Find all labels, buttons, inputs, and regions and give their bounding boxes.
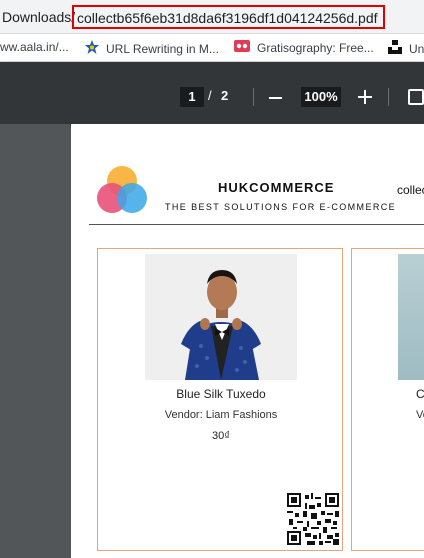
bookmark-aala[interactable]: ww.aala.in/... — [0, 40, 69, 54]
pdf-toolbar: 1 / 2 100% — [0, 62, 424, 124]
toolbar-divider — [388, 88, 389, 106]
product-vendor: Ve — [416, 409, 424, 421]
product-image — [398, 254, 424, 380]
unsplash-icon — [388, 40, 402, 57]
bookmark-label: ww.aala.in/... — [0, 40, 69, 54]
bookmark-gratisography[interactable]: Gratisography: Free... — [234, 40, 374, 55]
bookmark-label: Gratisography: Free... — [257, 40, 374, 55]
total-pages: 2 — [221, 88, 229, 103]
bookmark-unsplash[interactable]: Un — [388, 40, 424, 57]
gratisography-icon — [234, 40, 250, 55]
fit-to-page-icon[interactable] — [408, 89, 424, 105]
product-name: Blue Silk Tuxedo — [176, 387, 266, 401]
address-bar[interactable]: Downloads/ collectb65f6eb31d8da6f3196df1… — [0, 0, 424, 34]
product-vendor: Vendor: Liam Fashions — [164, 409, 278, 421]
page-separator: / — [208, 88, 212, 103]
zoom-out-icon[interactable] — [269, 97, 282, 99]
pdf-page: HUKCOMMERCE THE BEST SOLUTIONS FOR E-COM… — [71, 124, 424, 558]
brand-tagline: THE BEST SOLUTIONS FOR E-COMMERCE — [165, 202, 397, 212]
url-filename-highlighted[interactable]: collectb65f6eb31d8da6f3196df1d04124256d.… — [72, 5, 385, 29]
collection-title: collec — [397, 183, 424, 197]
zoom-in-icon[interactable] — [358, 90, 372, 104]
hukcommerce-logo — [95, 164, 149, 218]
product-name: C — [416, 387, 424, 401]
star-icon — [85, 40, 99, 57]
product-price: 30₫ — [212, 430, 230, 442]
toolbar-divider — [253, 88, 254, 106]
zoom-level-input[interactable]: 100% — [301, 87, 341, 107]
viewer-background — [0, 124, 70, 558]
current-page-input[interactable]: 1 — [180, 87, 204, 107]
product-card: C Ve — [351, 248, 424, 551]
product-card: Blue Silk Tuxedo Vendor: Liam Fashions 3… — [97, 248, 343, 551]
header-divider — [89, 224, 424, 225]
bookmark-url-rewriting[interactable]: URL Rewriting in M... — [85, 40, 219, 57]
brand-name: HUKCOMMERCE — [218, 180, 335, 195]
qr-code — [287, 493, 339, 545]
url-path-prefix: Downloads/ — [2, 9, 76, 25]
bookmark-label: Un — [409, 41, 424, 56]
bookmark-label: URL Rewriting in M... — [106, 41, 219, 56]
bookmarks-bar: ww.aala.in/... URL Rewriting in M... Gra… — [0, 34, 424, 62]
product-image — [145, 254, 297, 380]
